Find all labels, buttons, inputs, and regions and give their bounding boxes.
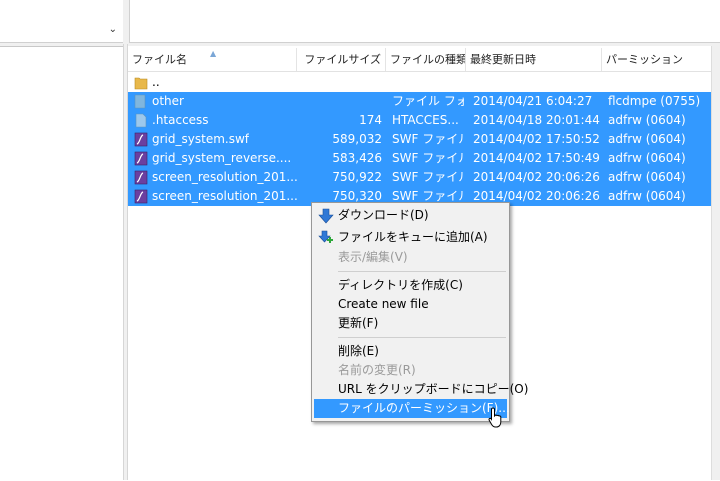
table-row[interactable]: .. (128, 73, 718, 92)
swf-icon (134, 151, 148, 166)
context-menu: ダウンロード(D) ファイルをキューに追加(A) 表示/編集(V) ディレクトリ… (311, 202, 528, 422)
file-permissions: adfrw (0604) (608, 151, 686, 165)
file-modified: 2014/04/18 20:01:44 (473, 113, 600, 127)
menu-item-delete[interactable]: 削除(E) (314, 342, 507, 361)
file-permissions: flcdmpe (0755) (608, 94, 701, 108)
file-name: grid_system_reverse.... (152, 151, 292, 165)
file-type: HTACCES... (392, 113, 459, 127)
menu-item-refresh[interactable]: 更新(F) (314, 314, 507, 333)
local-path-dropdown[interactable]: ⌄ (0, 0, 124, 43)
file-permissions: adfrw (0604) (608, 113, 686, 127)
menu-item-file-permissions[interactable]: ファイルのパーミッション(F)... (314, 399, 510, 418)
menu-item-create-directory[interactable]: ディレクトリを作成(C) (314, 276, 507, 295)
file-type: ファイル フォ... (392, 94, 464, 108)
swf-icon (134, 189, 148, 204)
file-name: screen_resolution_201... (152, 170, 298, 184)
menu-item-view-edit[interactable]: 表示/編集(V) (314, 248, 507, 267)
file-name: screen_resolution_201... (152, 189, 298, 203)
column-header-label: ファイル名 (132, 53, 187, 66)
file-permissions: adfrw (0604) (608, 189, 686, 203)
folder-icon (134, 77, 148, 90)
column-header-label: ファイルの種類 (390, 53, 466, 66)
file-name: other (152, 94, 184, 108)
file-name: .htaccess (152, 113, 209, 127)
vertical-scrollbar[interactable] (711, 46, 720, 480)
add-to-queue-icon (318, 230, 333, 243)
file-icon (135, 113, 147, 128)
download-arrow-icon (318, 208, 334, 224)
column-header-permissions[interactable]: パーミッション (602, 48, 712, 71)
table-row[interactable]: grid_system_reverse.... 583,426 SWF ファイル… (128, 149, 718, 168)
file-modified: 2014/04/02 20:06:26 (473, 170, 600, 184)
folder-icon (134, 94, 146, 109)
file-size (304, 92, 382, 111)
column-header-label: パーミッション (606, 53, 683, 66)
file-type: SWF ファイル (392, 132, 464, 146)
file-size: 750,922 (332, 170, 382, 184)
remote-directory-tree[interactable] (129, 0, 720, 43)
mouse-pointer-icon (488, 407, 502, 428)
menu-item-rename[interactable]: 名前の変更(R) (314, 361, 507, 380)
file-size: 589,032 (332, 132, 382, 146)
column-header-label: 最終更新日時 (470, 53, 536, 66)
menu-separator (338, 271, 506, 272)
chevron-down-icon[interactable]: ⌄ (109, 24, 117, 35)
file-size: 174 (359, 113, 382, 127)
file-type: SWF ファイル (392, 170, 464, 184)
file-modified: 2014/04/21 6:04:27 (473, 94, 593, 108)
column-header-name[interactable]: ファイル名 ▲ (128, 48, 297, 71)
swf-icon (134, 132, 148, 147)
column-header-modified[interactable]: 最終更新日時 (466, 48, 602, 71)
local-file-list[interactable] (0, 46, 123, 481)
column-header-label: ファイルサイズ (304, 53, 381, 66)
file-type: SWF ファイル (392, 151, 464, 165)
menu-item-copy-url[interactable]: URL をクリップボードにコピー(O) (314, 380, 528, 399)
file-list-header: ファイル名 ▲ ファイルサイズ ファイルの種類 最終更新日時 パーミッション (128, 48, 720, 72)
file-size: 583,426 (332, 151, 382, 165)
table-row[interactable]: grid_system.swf 589,032 SWF ファイル 2014/04… (128, 130, 718, 149)
file-name: .. (152, 75, 160, 89)
file-permissions: adfrw (0604) (608, 170, 686, 184)
menu-separator (338, 337, 506, 338)
menu-item-add-to-queue[interactable]: ファイルをキューに追加(A) (314, 228, 507, 247)
file-modified: 2014/04/02 17:50:52 (473, 132, 600, 146)
table-row[interactable]: screen_resolution_201... 750,922 SWF ファイ… (128, 168, 718, 187)
file-name: grid_system.swf (152, 132, 249, 146)
menu-item-download[interactable]: ダウンロード(D) (314, 206, 507, 225)
column-header-size[interactable]: ファイルサイズ (297, 48, 386, 71)
sort-up-icon: ▲ (210, 49, 217, 58)
menu-item-create-file[interactable]: Create new file (314, 295, 507, 314)
file-permissions: adfrw (0604) (608, 132, 686, 146)
swf-icon (134, 170, 148, 185)
file-modified: 2014/04/02 17:50:49 (473, 151, 600, 165)
table-row[interactable]: .htaccess 174 HTACCES... 2014/04/18 20:0… (128, 111, 718, 130)
column-header-type[interactable]: ファイルの種類 (386, 48, 466, 71)
table-row[interactable]: other ファイル フォ... 2014/04/21 6:04:27 flcd… (128, 92, 718, 111)
